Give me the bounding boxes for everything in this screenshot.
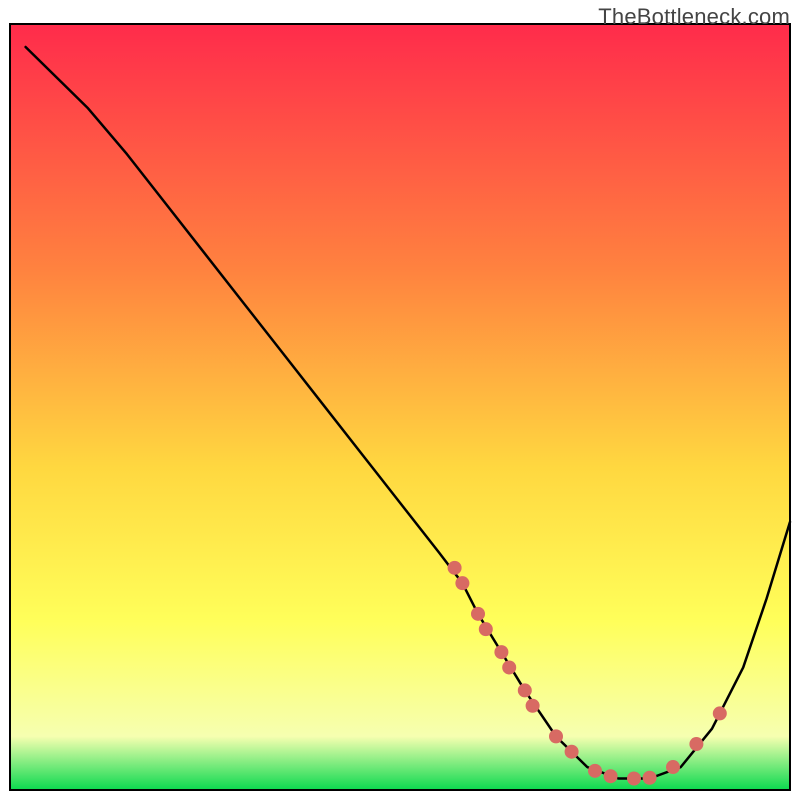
scatter-point bbox=[713, 706, 727, 720]
chart-container: TheBottleneck.com bbox=[0, 0, 800, 800]
scatter-point bbox=[479, 622, 493, 636]
scatter-point bbox=[526, 699, 540, 713]
scatter-point bbox=[518, 683, 532, 697]
scatter-point bbox=[549, 729, 563, 743]
bottleneck-chart bbox=[0, 0, 800, 800]
scatter-point bbox=[627, 772, 641, 786]
scatter-point bbox=[494, 645, 508, 659]
scatter-point bbox=[666, 760, 680, 774]
scatter-point bbox=[502, 660, 516, 674]
scatter-point bbox=[455, 576, 469, 590]
scatter-point bbox=[588, 764, 602, 778]
scatter-point bbox=[689, 737, 703, 751]
gradient-background bbox=[10, 24, 790, 790]
watermark-text: TheBottleneck.com bbox=[598, 4, 790, 30]
scatter-point bbox=[604, 769, 618, 783]
scatter-point bbox=[448, 561, 462, 575]
scatter-point bbox=[565, 745, 579, 759]
scatter-point bbox=[643, 771, 657, 785]
scatter-point bbox=[471, 607, 485, 621]
